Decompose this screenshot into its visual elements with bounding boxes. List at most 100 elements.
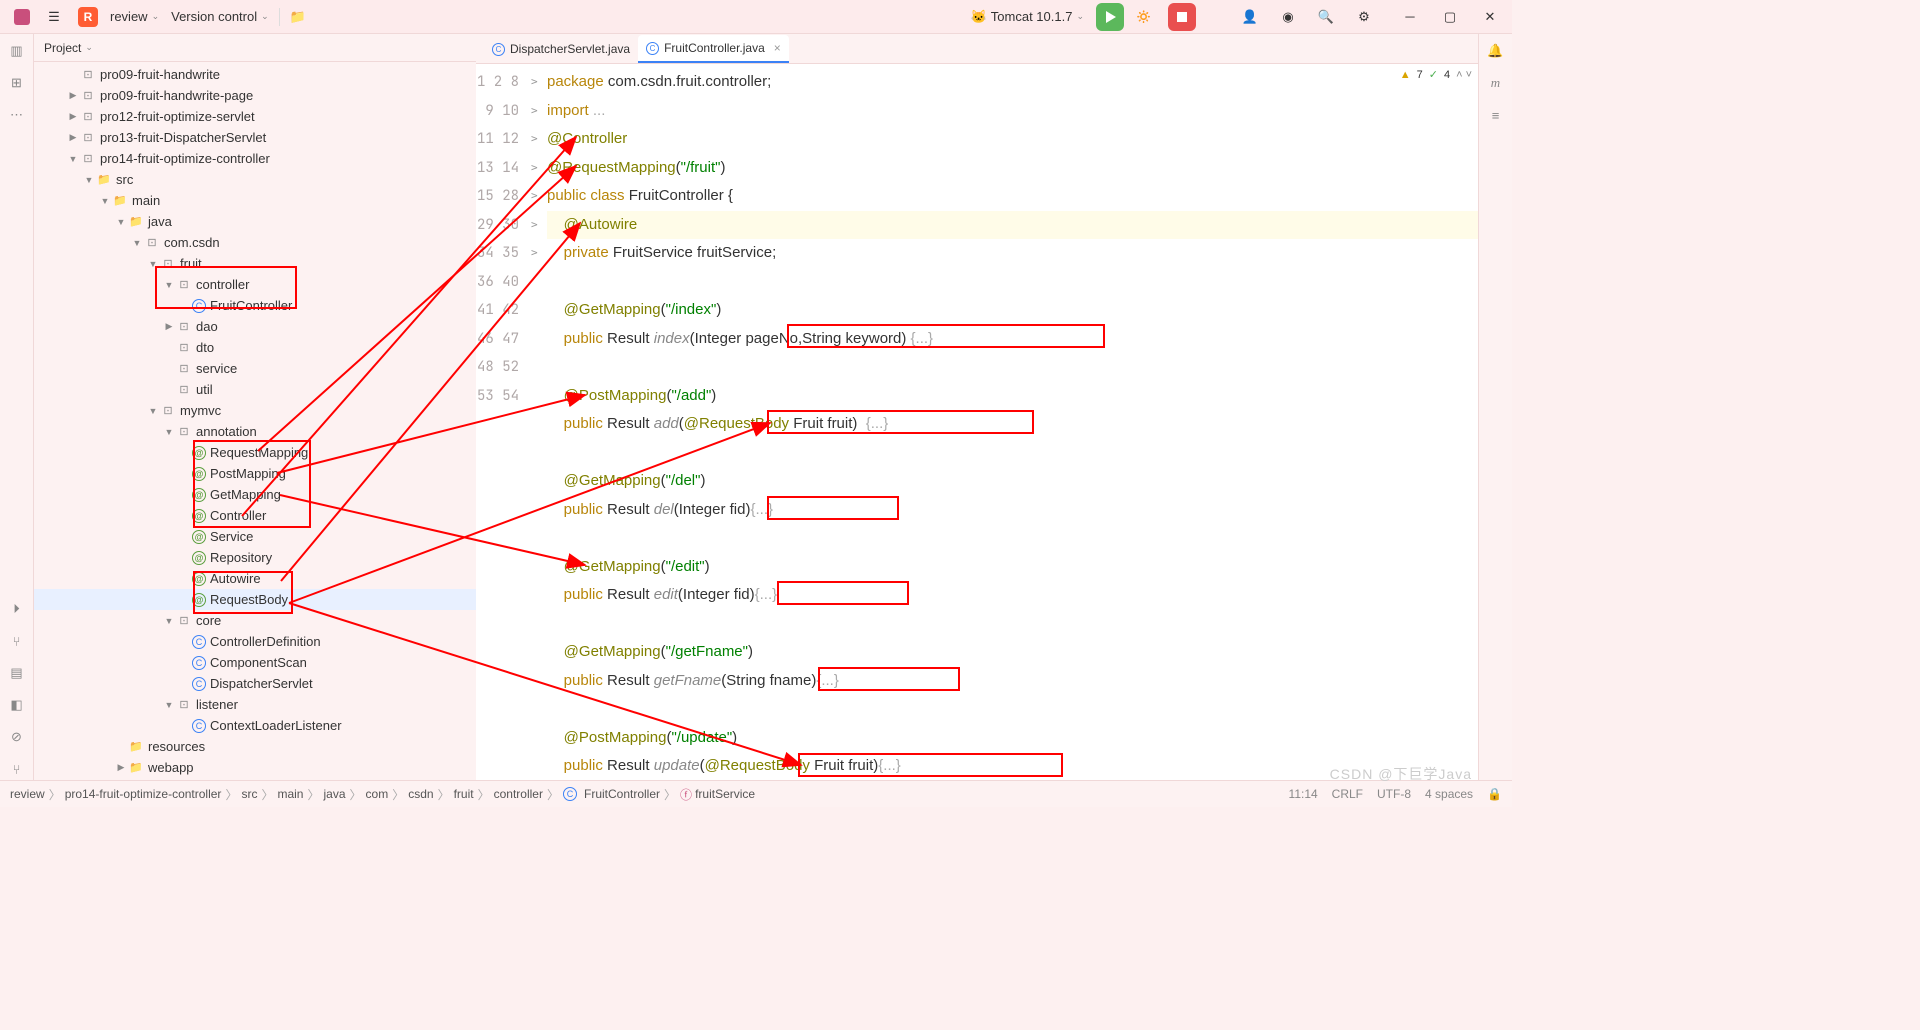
gutter: 1 2 8 9 10 11 12 13 14 15 28 29 30 34 35… [476,64,531,780]
readonly-icon[interactable]: 🔒 [1487,787,1502,801]
tree-item-pro14-fruit-optimize-controller[interactable]: ⊡pro14-fruit-optimize-controller [34,148,476,169]
pkg-icon: ⊡ [160,403,176,419]
ano-icon: @ [192,593,206,607]
breadcrumb-item[interactable]: main [277,787,303,801]
tree-label: ComponentScan [210,655,307,670]
tab-label: FruitController.java [664,41,765,55]
structure-tool-icon[interactable]: ⊞ [6,72,28,94]
breadcrumb-item[interactable]: CFruitController [563,787,660,801]
project-badge[interactable]: R [72,4,104,30]
tree-item-requestmapping[interactable]: @RequestMapping [34,442,476,463]
cww-icon[interactable]: ◉ [1274,3,1302,31]
tree-item-mymvc[interactable]: ⊡ mymvc [34,400,476,421]
tree-item-contextloaderlistener[interactable]: CContextLoaderListener [34,715,476,736]
vcs-dropdown[interactable]: Version control ⌄ [165,4,275,30]
build-icon[interactable]: ▤ [6,662,28,684]
problems-icon[interactable]: ⊘ [6,726,28,748]
tree-item-core[interactable]: ⊡core [34,610,476,631]
tree-item-controller[interactable]: ⊡controller [34,274,476,295]
tree-item-dao[interactable]: ⊡dao [34,316,476,337]
tree-label: RequestMapping [210,445,308,460]
breadcrumb-item[interactable]: java [324,787,346,801]
stop-button[interactable] [1168,3,1196,31]
editor-pane: CDispatcherServlet.javaCFruitController.… [476,34,1512,780]
breadcrumb-item[interactable]: review [10,787,45,801]
tree-item-resources[interactable]: 📁resources [34,736,476,757]
tree-label: DispatcherServlet [210,676,313,691]
tree-label: RequestBody [210,592,288,607]
terminal-icon[interactable]: ⏵ [6,598,28,620]
editor-tabs: CDispatcherServlet.javaCFruitController.… [476,34,1512,64]
vcs-label: Version control [171,9,257,24]
close-window-icon[interactable]: ✕ [1476,3,1504,31]
project-tool-icon[interactable]: ▥ [6,40,28,62]
tree-item-componentscan[interactable]: CComponentScan [34,652,476,673]
vcs-tool-icon[interactable]: ⑂ [6,758,28,780]
tab-dispatcherservlet-java[interactable]: CDispatcherServlet.java [484,35,638,63]
tree-item-dispatcherservlet[interactable]: CDispatcherServlet [34,673,476,694]
tree-item-requestbody[interactable]: @ RequestBody [34,589,476,610]
pkg-icon: ⊡ [176,361,192,377]
tree-item-dto[interactable]: ⊡dto [34,337,476,358]
tree-item-pro09-fruit-handwrite-page[interactable]: ⊡pro09-fruit-handwrite-page [34,85,476,106]
tree-item-service[interactable]: @Service [34,526,476,547]
sidebar-header[interactable]: Project ⌄ [34,34,476,62]
search-icon[interactable]: 🔍 [1312,3,1340,31]
tree-item-postmapping[interactable]: @PostMapping [34,463,476,484]
breadcrumb-item[interactable]: pro14-fruit-optimize-controller [65,787,222,801]
menu-icon[interactable]: ☰ [40,3,68,31]
app-logo-icon[interactable] [8,3,36,31]
tree-item-src[interactable]: 📁src [34,169,476,190]
tree-item-pro09-fruit-handwrite[interactable]: ⊡pro09-fruit-handwrite [34,64,476,85]
run-button[interactable] [1096,3,1124,31]
code-text[interactable]: package com.csdn.fruit.controller; impor… [547,64,1512,780]
tree-item-main[interactable]: 📁main [34,190,476,211]
notifications-icon[interactable]: 🔔 [1485,40,1507,62]
git-icon[interactable]: ⑂ [6,630,28,652]
more-tools-icon[interactable]: ⋯ [6,104,28,126]
tree-item-util[interactable]: ⊡util [34,379,476,400]
breadcrumb-item[interactable]: ⓕ fruitService [680,786,755,803]
breadcrumb-item[interactable]: controller [494,787,543,801]
debug-icon[interactable]: 🔅 [1130,3,1158,31]
breadcrumb-item[interactable]: com [366,787,389,801]
tree-item-controllerdefinition[interactable]: CControllerDefinition [34,631,476,652]
breadcrumb-item[interactable]: csdn [408,787,433,801]
tree-item-pro13-fruit-dispatcherservlet[interactable]: ⊡pro13-fruit-DispatcherServlet [34,127,476,148]
tree-item-fruitcontroller[interactable]: CFruitController [34,295,476,316]
settings-icon[interactable]: ⚙ [1350,3,1378,31]
ano-icon: @ [192,509,206,523]
tree-label: resources [148,739,205,754]
tree-item-service[interactable]: ⊡service [34,358,476,379]
tree-item-repository[interactable]: @Repository [34,547,476,568]
tree-label: ContextLoaderListener [210,718,342,733]
branch-dropdown[interactable]: review ⌄ [104,4,165,30]
open-icon[interactable]: 📁 [284,3,312,31]
tree-label: GetMapping [210,487,281,502]
tab-fruitcontroller-java[interactable]: CFruitController.java× [638,35,789,63]
tree-item-pro12-fruit-optimize-servlet[interactable]: ⊡pro12-fruit-optimize-servlet [34,106,476,127]
breadcrumb-item[interactable]: fruit [454,787,474,801]
code-area[interactable]: 1 2 8 9 10 11 12 13 14 15 28 29 30 34 35… [476,64,1512,780]
tree-item-com-csdn[interactable]: ⊡com.csdn [34,232,476,253]
fold-column[interactable]: > > > > > > > [531,64,547,780]
maximize-icon[interactable]: ▢ [1436,3,1464,31]
sidebar-title: Project [44,41,81,55]
minimize-icon[interactable]: ─ [1396,3,1424,31]
tree-item-java[interactable]: 📁java [34,211,476,232]
tree-item-fruit[interactable]: ⊡fruit [34,253,476,274]
run-config-dropdown[interactable]: 🐱Tomcat 10.1.7 ⌄ [965,4,1090,30]
left-icon-strip: ▥ ⊞ ⋯ ⏵ ⑂ ▤ ◧ ⊘ ⑂ [0,34,34,780]
tree-item-annotation[interactable]: ⊡annotation [34,421,476,442]
close-tab-icon[interactable]: × [774,41,781,55]
services-icon[interactable]: ◧ [6,694,28,716]
user-icon[interactable]: 👤 [1236,3,1264,31]
breadcrumb-item[interactable]: src [241,787,257,801]
tree-label: mymvc [180,403,221,418]
tree-item-webapp[interactable]: 📁webapp [34,757,476,778]
tree-item-listener[interactable]: ⊡listener [34,694,476,715]
tree-item-controller[interactable]: @Controller [34,505,476,526]
tree-item-getmapping[interactable]: @GetMapping [34,484,476,505]
project-tree[interactable]: ⊡pro09-fruit-handwrite⊡pro09-fruit-handw… [34,62,476,780]
tree-item-autowire[interactable]: @Autowire [34,568,476,589]
